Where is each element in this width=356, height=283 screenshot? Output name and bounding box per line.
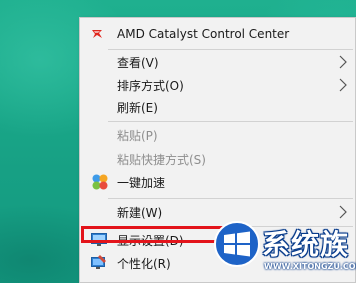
- menu-item-amd-catalyst[interactable]: AMD Catalyst Control Center: [80, 23, 356, 45]
- menu-item-paste[interactable]: 粘贴(P): [80, 124, 356, 146]
- menu-item-label: AMD Catalyst Control Center: [117, 27, 290, 41]
- speedup-icon: [92, 174, 108, 190]
- amd-icon: [92, 30, 102, 38]
- menu-separator: [108, 198, 353, 199]
- menu-item-paste-shortcut[interactable]: 粘贴快捷方式(S): [80, 148, 356, 170]
- menu-item-refresh[interactable]: 刷新(E): [80, 96, 356, 118]
- menu-item-label: 粘贴(P): [117, 128, 158, 143]
- menu-item-label: 粘贴快捷方式(S): [117, 152, 206, 167]
- site-watermark: 系统族 WWW.XITONGZU.COM: [212, 217, 356, 283]
- chevron-right-icon: [339, 55, 347, 69]
- windows-logo-icon: [214, 221, 260, 267]
- chevron-right-icon: [339, 78, 347, 92]
- menu-item-label: 排序方式(O): [117, 78, 184, 93]
- watermark-title: 系统族: [262, 228, 350, 261]
- menu-item-one-click-speedup[interactable]: 一键加速: [80, 171, 356, 193]
- highlight-annotation: [81, 226, 231, 243]
- menu-item-label: 个性化(R): [117, 256, 171, 271]
- menu-item-label: 一键加速: [117, 175, 166, 190]
- watermark-url: WWW.XITONGZU.COM: [264, 262, 356, 271]
- menu-item-label: 新建(W): [117, 205, 163, 220]
- menu-separator: [108, 121, 353, 122]
- personalize-icon: [91, 255, 106, 269]
- menu-item-label: 查看(V): [117, 55, 159, 70]
- menu-item-label: 刷新(E): [117, 100, 158, 115]
- menu-item-sort-by[interactable]: 排序方式(O): [80, 74, 356, 96]
- menu-separator: [108, 49, 353, 50]
- menu-item-view[interactable]: 查看(V): [80, 51, 356, 73]
